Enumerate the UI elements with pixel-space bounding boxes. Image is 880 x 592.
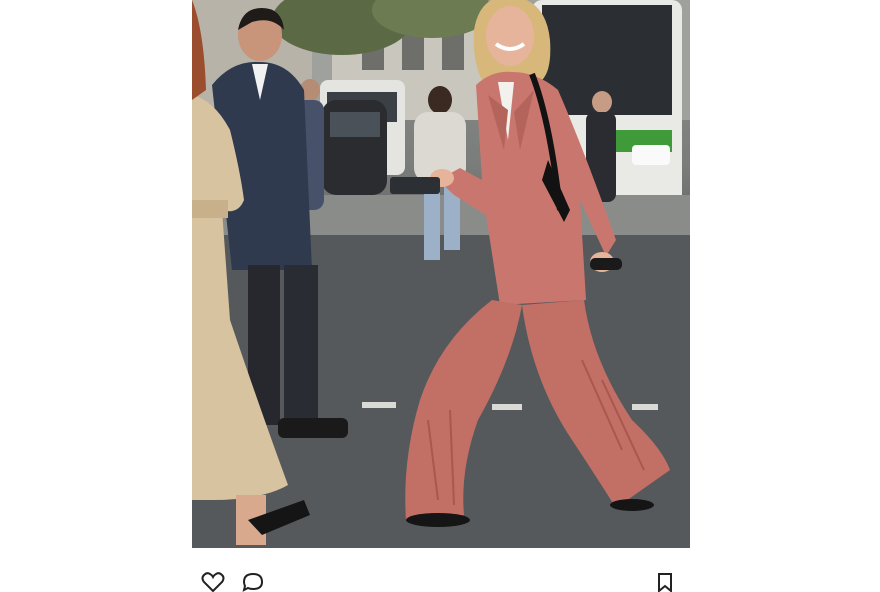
post-action-bar: heart-icon comment-icon bookmark-icon: [192, 548, 690, 592]
save-button[interactable]: bookmark-icon: [652, 572, 678, 592]
street-style-photo: [192, 0, 690, 548]
post-photo[interactable]: [192, 0, 690, 548]
heart-icon: [201, 572, 225, 592]
comment-icon: [242, 572, 264, 592]
bookmark-icon: [658, 573, 672, 592]
comment-button[interactable]: comment-icon: [240, 572, 266, 592]
instagram-post: heart-icon comment-icon bookmark-icon: [192, 0, 690, 592]
like-button[interactable]: heart-icon: [200, 572, 226, 592]
